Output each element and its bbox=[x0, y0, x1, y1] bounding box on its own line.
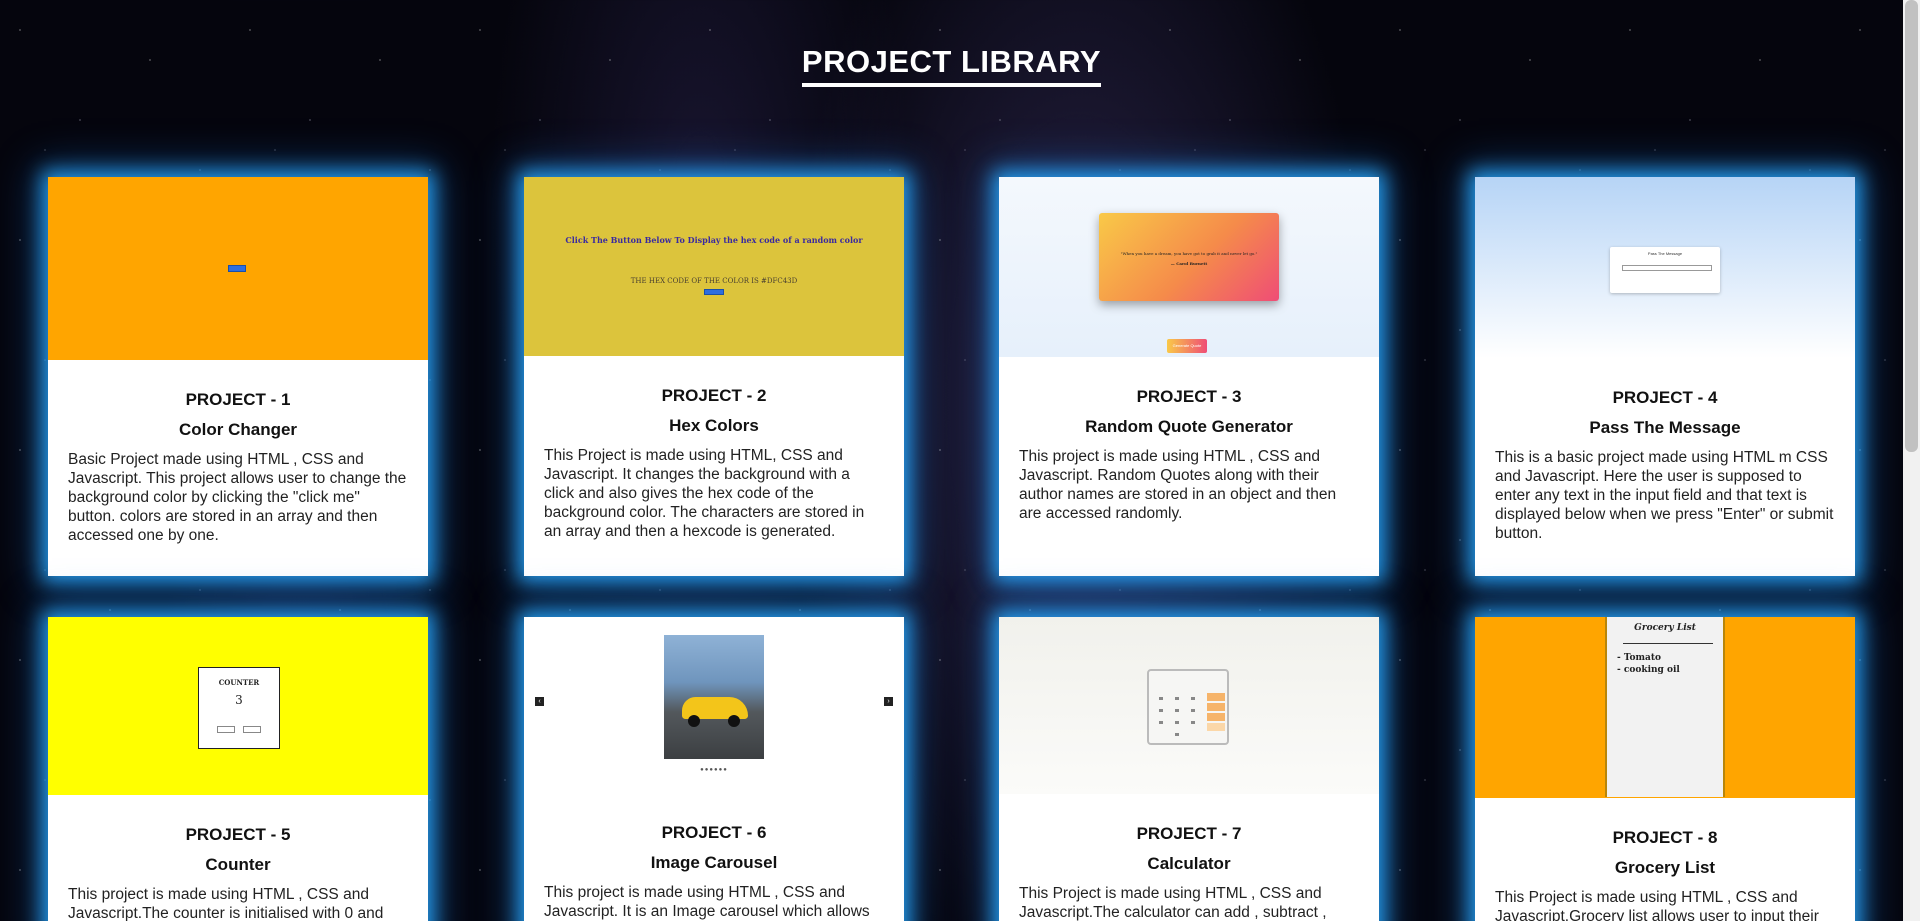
header: PROJECT LIBRARY bbox=[0, 44, 1903, 87]
counter-box: COUNTER 3 bbox=[198, 667, 280, 749]
project-thumbnail[interactable]: COUNTER 3 bbox=[48, 617, 428, 795]
project-description: This project is made using HTML , CSS an… bbox=[68, 886, 384, 921]
project-name[interactable]: Grocery List bbox=[1495, 858, 1835, 878]
project-card-7[interactable]: PROJECT - 7 Calculator This Project is m… bbox=[999, 617, 1379, 921]
project-name[interactable]: Counter bbox=[68, 855, 408, 875]
carousel-prev-icon: ‹ bbox=[535, 697, 544, 706]
project-number: PROJECT - 3 bbox=[1136, 387, 1242, 406]
project-card-4[interactable]: Pass The Message PROJECT - 4 Pass The Me… bbox=[1475, 177, 1855, 576]
project-thumbnail[interactable]: Pass The Message bbox=[1475, 177, 1855, 358]
generate-quote-button: Generate Quote bbox=[1167, 339, 1207, 353]
project-card-5[interactable]: COUNTER 3 PROJECT - 5 Counter This proje… bbox=[48, 617, 428, 921]
input-line bbox=[1623, 643, 1713, 644]
quote-box: "When you have a dream, you have got to … bbox=[1099, 213, 1279, 301]
project-number: PROJECT - 2 bbox=[661, 386, 767, 405]
project-number: PROJECT - 7 bbox=[1136, 824, 1242, 843]
project-thumbnail[interactable]: ‹ › ●●●●●● bbox=[524, 617, 904, 793]
counter-value: 3 bbox=[235, 693, 243, 707]
project-card-8[interactable]: Grocery List - Tomato - cooking oil PROJ… bbox=[1475, 617, 1855, 921]
scrollbar-thumb[interactable] bbox=[1905, 0, 1918, 452]
thumbnail-author: — Carol Burnett bbox=[1170, 261, 1208, 266]
car-image bbox=[664, 635, 764, 759]
message-form: Pass The Message bbox=[1610, 247, 1720, 293]
project-thumbnail[interactable]: Click The Button Below To Display the he… bbox=[524, 177, 904, 356]
project-name[interactable]: Image Carousel bbox=[544, 853, 884, 873]
project-thumbnail[interactable] bbox=[999, 617, 1379, 794]
grocery-item: - cooking oil bbox=[1617, 665, 1680, 675]
project-number: PROJECT - 8 bbox=[1612, 828, 1718, 847]
project-card-6[interactable]: ‹ › ●●●●●● PROJECT - 6 Image Carousel Th… bbox=[524, 617, 904, 921]
project-card-1[interactable]: PROJECT - 1 Color Changer Basic Project … bbox=[48, 177, 428, 576]
project-name[interactable]: Pass The Message bbox=[1495, 418, 1835, 438]
project-description: This Project is made using HTML , CSS an… bbox=[1495, 889, 1819, 921]
carousel-next-icon: › bbox=[884, 697, 893, 706]
project-description: This is a basic project made using HTML … bbox=[1495, 449, 1834, 542]
thumbnail-heading: Click The Button Below To Display the he… bbox=[565, 235, 863, 245]
project-name[interactable]: Random Quote Generator bbox=[1019, 417, 1359, 437]
car-wheel bbox=[728, 715, 740, 727]
project-number: PROJECT - 5 bbox=[185, 825, 291, 844]
project-name[interactable]: Calculator bbox=[1019, 854, 1359, 874]
project-description: This Project is made using HTML , CSS an… bbox=[1019, 885, 1327, 921]
project-name[interactable]: Color Changer bbox=[68, 420, 408, 440]
project-description: This project is made using HTML , CSS an… bbox=[1019, 448, 1337, 522]
project-card-2[interactable]: Click The Button Below To Display the he… bbox=[524, 177, 904, 576]
decrease-button bbox=[217, 726, 235, 733]
grocery-item: - Tomato bbox=[1617, 653, 1662, 663]
grocery-sheet: Grocery List - Tomato - cooking oil bbox=[1605, 617, 1725, 797]
thumbnail-quote: "When you have a dream, you have got to … bbox=[1120, 251, 1258, 256]
calculator bbox=[1147, 669, 1229, 745]
project-number: PROJECT - 1 bbox=[185, 390, 291, 409]
vertical-scrollbar[interactable] bbox=[1903, 0, 1920, 921]
thumbnail-title: Grocery List bbox=[1634, 623, 1696, 633]
project-card-3[interactable]: "When you have a dream, you have got to … bbox=[999, 177, 1379, 576]
click-me-button bbox=[704, 289, 724, 295]
project-thumbnail[interactable] bbox=[48, 177, 428, 360]
thumbnail-title: Pass The Message bbox=[1647, 251, 1683, 256]
page-title: PROJECT LIBRARY bbox=[801, 44, 1102, 87]
project-thumbnail[interactable]: Grocery List - Tomato - cooking oil bbox=[1475, 617, 1855, 798]
project-number: PROJECT - 4 bbox=[1612, 388, 1718, 407]
project-number: PROJECT - 6 bbox=[661, 823, 767, 842]
project-description: This Project is made using HTML, CSS and… bbox=[544, 447, 865, 540]
project-name[interactable]: Hex Colors bbox=[544, 416, 884, 436]
thumbnail-hex-code: THE HEX CODE OF THE COLOR IS #DFC43D bbox=[630, 277, 798, 285]
car-wheel bbox=[688, 715, 700, 727]
message-input bbox=[1622, 265, 1712, 271]
project-description: This project is made using HTML , CSS an… bbox=[544, 884, 870, 920]
project-description: Basic Project made using HTML , CSS and … bbox=[68, 451, 407, 544]
project-thumbnail[interactable]: "When you have a dream, you have got to … bbox=[999, 177, 1379, 357]
increase-button bbox=[243, 726, 261, 733]
click-me-button bbox=[228, 265, 246, 272]
counter-label: COUNTER bbox=[218, 678, 260, 687]
carousel-dots: ●●●●●● bbox=[700, 767, 728, 773]
